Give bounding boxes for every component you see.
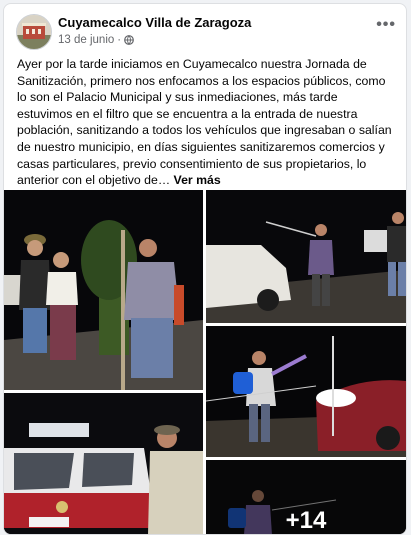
post-header: Cuyamecalco Villa de Zaragoza 13 de juni… — [16, 14, 396, 50]
post-photo-3[interactable] — [206, 326, 406, 457]
page-avatar[interactable] — [16, 14, 52, 50]
globe-icon — [124, 35, 135, 45]
more-options-icon[interactable]: ••• — [376, 17, 396, 33]
meta-separator: · — [117, 34, 122, 46]
post-card: Cuyamecalco Villa de Zaragoza 13 de juni… — [3, 3, 407, 535]
post-photo-2[interactable] — [206, 190, 406, 323]
post-photo-5[interactable]: +14 — [206, 460, 406, 534]
post-photo-4[interactable] — [4, 393, 203, 534]
see-more-link[interactable]: Ver más — [174, 173, 221, 187]
post-body: Ayer por la tarde iniciamos en Cuyamecal… — [17, 57, 392, 188]
post-text: Ayer por la tarde iniciamos en Cuyamecal… — [17, 56, 395, 189]
post-photo-1[interactable] — [4, 190, 203, 390]
post-date[interactable]: 13 de junio — [58, 34, 114, 46]
post-meta: 13 de junio · — [58, 34, 135, 46]
photo-grid: +14 — [4, 190, 406, 534]
page-name[interactable]: Cuyamecalco Villa de Zaragoza — [58, 15, 251, 30]
more-photos-count[interactable]: +14 — [206, 460, 406, 534]
